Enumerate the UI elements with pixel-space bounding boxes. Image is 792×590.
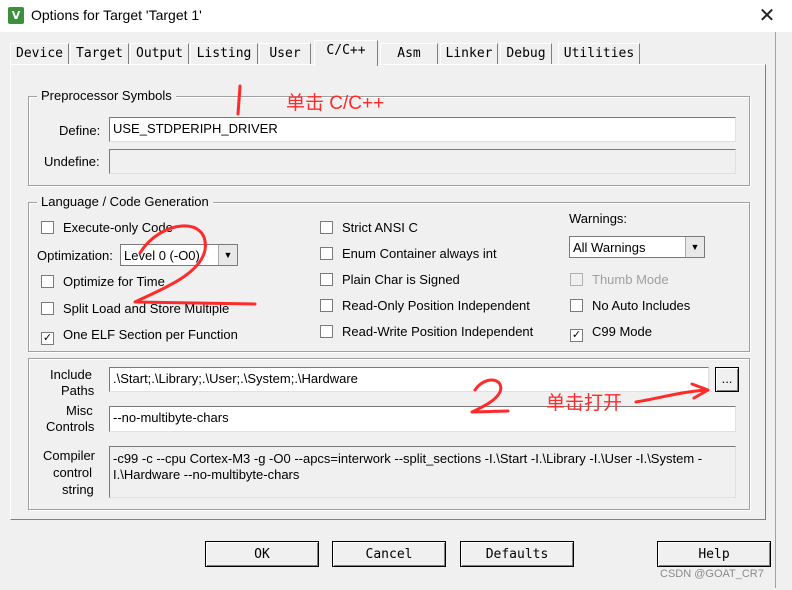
string-label: string bbox=[62, 482, 94, 497]
no-auto-includes-checkbox[interactable]: No Auto Includes bbox=[570, 298, 690, 313]
optimization-select[interactable]: Level 0 (-O0) ▼ bbox=[120, 244, 238, 266]
define-label: Define: bbox=[59, 123, 101, 138]
misc-label: Misc bbox=[66, 403, 93, 418]
optimize-time-checkbox[interactable]: Optimize for Time bbox=[41, 274, 165, 289]
warnings-select[interactable]: All Warnings ▼ bbox=[569, 236, 705, 258]
defaults-button[interactable]: Defaults bbox=[460, 541, 574, 567]
tab-output[interactable]: Output bbox=[130, 43, 189, 64]
misc-controls-input[interactable]: --no-multibyte-chars bbox=[109, 406, 736, 432]
checkbox-box bbox=[570, 273, 583, 286]
enum-int-checkbox[interactable]: Enum Container always int bbox=[320, 246, 497, 261]
one-elf-label: One ELF Section per Function bbox=[63, 327, 238, 342]
checkbox-box[interactable] bbox=[320, 299, 333, 312]
no-auto-includes-label: No Auto Includes bbox=[592, 298, 691, 313]
window-title: Options for Target 'Target 1' bbox=[31, 7, 202, 23]
plain-char-checkbox[interactable]: Plain Char is Signed bbox=[320, 272, 460, 287]
preprocessor-title: Preprocessor Symbols bbox=[37, 88, 176, 103]
check-icon[interactable]: ✓ bbox=[41, 332, 54, 345]
tab-c-cpp[interactable]: C/C++ bbox=[314, 40, 378, 66]
checkbox-box[interactable] bbox=[570, 299, 583, 312]
checkbox-box[interactable] bbox=[320, 325, 333, 338]
one-elf-checkbox[interactable]: ✓ One ELF Section per Function bbox=[41, 327, 238, 345]
checkbox-box[interactable] bbox=[320, 247, 333, 260]
tab-listing[interactable]: Listing bbox=[190, 43, 258, 64]
optimization-value: Level 0 (-O0) bbox=[124, 248, 200, 263]
ro-pi-label: Read-Only Position Independent bbox=[342, 298, 530, 313]
checkbox-box[interactable] bbox=[320, 273, 333, 286]
optimize-time-label: Optimize for Time bbox=[63, 274, 165, 289]
strict-ansi-label: Strict ANSI C bbox=[342, 220, 418, 235]
compiler-label: Compiler bbox=[43, 448, 96, 463]
split-load-label: Split Load and Store Multiple bbox=[63, 301, 230, 316]
checkbox-box[interactable] bbox=[41, 275, 54, 288]
enum-int-label: Enum Container always int bbox=[342, 246, 497, 261]
ro-pi-checkbox[interactable]: Read-Only Position Independent bbox=[320, 298, 530, 313]
chevron-down-icon[interactable]: ▼ bbox=[218, 245, 237, 265]
control-label: control bbox=[53, 465, 93, 480]
warnings-label: Warnings: bbox=[569, 211, 628, 226]
browse-button[interactable]: ... bbox=[715, 367, 739, 392]
tab-user[interactable]: User bbox=[259, 43, 311, 64]
language-title: Language / Code Generation bbox=[37, 194, 213, 209]
cancel-button[interactable]: Cancel bbox=[332, 541, 446, 567]
thumb-mode-label: Thumb Mode bbox=[592, 272, 669, 287]
split-load-checkbox[interactable]: Split Load and Store Multiple bbox=[41, 301, 229, 316]
rw-pi-checkbox[interactable]: Read-Write Position Independent bbox=[320, 324, 533, 339]
help-button[interactable]: Help bbox=[657, 541, 771, 567]
undefine-label: Undefine: bbox=[44, 154, 100, 169]
strict-ansi-checkbox[interactable]: Strict ANSI C bbox=[320, 220, 418, 235]
tab-utilities[interactable]: Utilities bbox=[558, 43, 640, 64]
define-input[interactable]: USE_STDPERIPH_DRIVER bbox=[109, 117, 736, 142]
controls-label: Controls bbox=[46, 419, 95, 434]
include-label: Include bbox=[50, 367, 92, 382]
annotation-click-open: 单击打开 bbox=[546, 393, 623, 414]
rw-pi-label: Read-Write Position Independent bbox=[342, 324, 534, 339]
c99-mode-label: C99 Mode bbox=[592, 324, 652, 339]
undefine-input[interactable] bbox=[109, 149, 736, 174]
tab-bar: Device Target Output Listing User C/C++ … bbox=[10, 40, 780, 66]
paths-label: Paths bbox=[61, 383, 95, 398]
optimization-label: Optimization: bbox=[37, 248, 113, 263]
tab-debug[interactable]: Debug bbox=[500, 43, 552, 64]
execute-only-label: Execute-only Code bbox=[63, 220, 173, 235]
annotation-click-cpp: 单击 C/C++ bbox=[286, 93, 385, 114]
ok-button[interactable]: OK bbox=[205, 541, 319, 567]
thumb-mode-checkbox: Thumb Mode bbox=[570, 272, 669, 287]
warnings-value: All Warnings bbox=[573, 240, 646, 255]
tab-device[interactable]: Device bbox=[10, 43, 69, 64]
tab-asm[interactable]: Asm bbox=[380, 43, 438, 64]
checkbox-box[interactable] bbox=[320, 221, 333, 234]
checkbox-box[interactable] bbox=[41, 302, 54, 315]
keil-uvision-icon: V bbox=[8, 7, 24, 24]
watermark: CSDN @GOAT_CR7 bbox=[660, 568, 764, 580]
c99-mode-checkbox[interactable]: ✓ C99 Mode bbox=[570, 324, 652, 342]
compiler-control-string: -c99 -c --cpu Cortex-M3 -g -O0 --apcs=in… bbox=[109, 446, 736, 498]
execute-only-checkbox[interactable]: Execute-only Code bbox=[41, 220, 173, 235]
checkbox-box[interactable] bbox=[41, 221, 54, 234]
check-icon[interactable]: ✓ bbox=[570, 329, 583, 342]
title-bar: V Options for Target 'Target 1' ✕ bbox=[0, 0, 792, 32]
close-icon[interactable]: ✕ bbox=[744, 2, 790, 30]
chevron-down-icon[interactable]: ▼ bbox=[685, 237, 704, 257]
tab-target[interactable]: Target bbox=[70, 43, 129, 64]
plain-char-label: Plain Char is Signed bbox=[342, 272, 460, 287]
tab-linker[interactable]: Linker bbox=[440, 43, 498, 64]
